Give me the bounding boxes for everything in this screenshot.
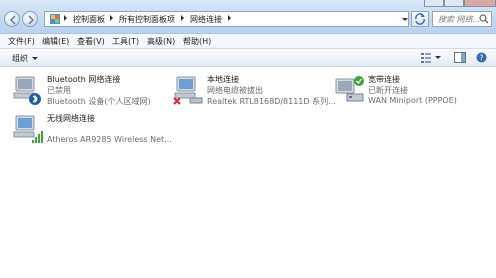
connection-name: Bluetooth 网络连接 xyxy=(47,75,121,84)
search-placeholder: 搜索 网络... xyxy=(438,15,481,24)
broadband-icon xyxy=(335,76,364,102)
menu-help[interactable]: 帮助(H) xyxy=(183,36,211,47)
chevron-right-icon xyxy=(110,15,113,21)
forward-button[interactable] xyxy=(22,11,38,27)
chevron-right-icon xyxy=(181,15,184,21)
window-controls xyxy=(420,0,496,7)
breadcrumb-all-items[interactable]: 所有控制面板项 xyxy=(119,14,175,25)
connection-device: WAN Miniport (PPPOE) xyxy=(368,96,457,105)
command-toolbar: 组织 ? xyxy=(0,49,496,67)
minimize-button[interactable] xyxy=(424,0,444,7)
forward-arrow-icon xyxy=(28,15,35,25)
chevron-down-icon[interactable] xyxy=(32,57,38,60)
svg-text:?: ? xyxy=(479,54,483,63)
connection-item-local[interactable]: 本地连接 网络电缆被拔出 Realtek RTL8168D/8111D 系列..… xyxy=(172,74,336,108)
connection-device: Bluetooth 设备(个人区域网) xyxy=(47,97,151,106)
control-panel-icon xyxy=(50,14,60,24)
breadcrumb-network-connections[interactable]: 网络连接 xyxy=(190,14,222,25)
menu-advanced[interactable]: 高级(N) xyxy=(147,36,175,47)
search-icon[interactable] xyxy=(479,14,489,24)
chevron-down-icon[interactable] xyxy=(435,56,441,60)
preview-pane-icon[interactable] xyxy=(454,52,466,63)
chevron-down-icon[interactable] xyxy=(402,18,408,21)
chevron-right-icon xyxy=(64,15,67,21)
back-arrow-icon xyxy=(9,15,16,25)
connection-status: 网络电缆被拔出 xyxy=(207,86,263,95)
connection-device: Atheros AR9285 Wireless Net... xyxy=(47,135,172,144)
chevron-right-icon xyxy=(228,15,231,21)
maximize-button[interactable] xyxy=(444,0,464,7)
connection-item-broadband[interactable]: 宽带连接 已断开连接 WAN Miniport (PPPOE) xyxy=(333,74,493,108)
menu-edit[interactable]: 编辑(E) xyxy=(42,36,69,47)
connection-name: 本地连接 xyxy=(207,75,239,84)
refresh-icon xyxy=(415,13,425,25)
wireless-network-icon xyxy=(13,115,43,143)
connection-name: 宽带连接 xyxy=(368,75,400,84)
ethernet-disconnected-icon xyxy=(173,76,203,105)
connection-status: 已禁用 xyxy=(47,86,71,95)
search-input[interactable]: 搜索 网络... xyxy=(432,11,492,27)
connection-name: 无线网络连接 xyxy=(47,114,95,123)
breadcrumb-control-panel[interactable]: 控制面板 xyxy=(73,14,105,25)
refresh-button[interactable] xyxy=(411,11,429,27)
organize-button[interactable]: 组织 xyxy=(12,53,28,64)
menu-file[interactable]: 文件(F) xyxy=(8,36,35,47)
close-button[interactable] xyxy=(464,0,496,7)
address-bar[interactable]: 控制面板 所有控制面板项 网络连接 xyxy=(44,11,409,27)
back-button[interactable] xyxy=(4,11,20,27)
connection-item-bluetooth[interactable]: Bluetooth 网络连接 已禁用 Bluetooth 设备(个人区域网) xyxy=(12,74,162,108)
menu-view[interactable]: 查看(V) xyxy=(77,36,105,47)
connection-item-wireless[interactable]: 无线网络连接 Atheros AR9285 Wireless Net... xyxy=(12,113,172,147)
help-icon[interactable]: ? xyxy=(476,52,487,63)
menu-tools[interactable]: 工具(T) xyxy=(112,36,139,47)
title-bar: 控制面板 所有控制面板项 网络连接 搜索 网络... xyxy=(0,0,496,34)
bluetooth-network-icon xyxy=(13,76,41,105)
menu-bar: 文件(F) 编辑(E) 查看(V) 工具(T) 高级(N) 帮助(H) xyxy=(0,34,496,49)
connection-device: Realtek RTL8168D/8111D 系列... xyxy=(207,97,336,106)
connections-view: Bluetooth 网络连接 已禁用 Bluetooth 设备(个人区域网) 本… xyxy=(0,67,496,278)
connection-status: 已断开连接 xyxy=(368,86,408,95)
view-options-icon[interactable] xyxy=(420,52,432,63)
